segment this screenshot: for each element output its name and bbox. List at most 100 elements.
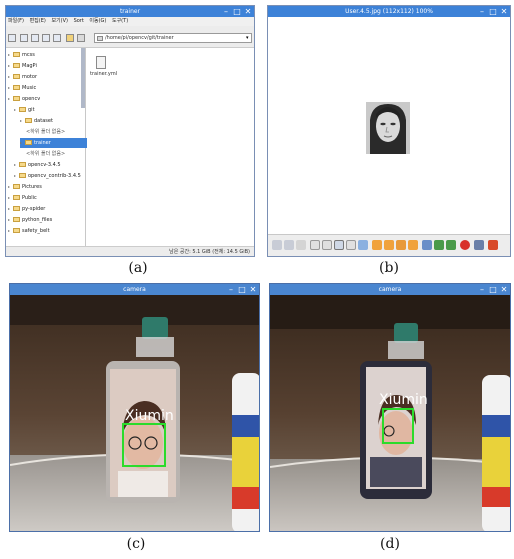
path-dropdown-icon[interactable]: ▾ <box>246 35 252 41</box>
play-icon[interactable] <box>296 240 306 250</box>
folder-icon <box>19 173 26 178</box>
tree-item[interactable]: <하위 폴더 없음> <box>26 127 65 137</box>
tree-item[interactable]: ▸ dataset <box>20 116 53 126</box>
image-viewer-titlebar[interactable]: User.4.5.jpg (112x112) 100% – □ ✕ <box>268 6 510 17</box>
tree-item[interactable]: ▸ motor <box>8 72 37 82</box>
flip-vertical-icon[interactable] <box>408 240 418 250</box>
minimize-icon[interactable]: – <box>227 284 235 295</box>
tree-item[interactable]: ▸ MagPi <box>8 61 37 71</box>
folder-icon <box>13 52 20 57</box>
back-icon[interactable] <box>66 34 74 42</box>
image-canvas <box>268 17 510 234</box>
close-icon[interactable]: ✕ <box>249 284 257 295</box>
folder-icon <box>13 74 20 79</box>
exit-icon[interactable] <box>488 240 498 250</box>
tree-item[interactable]: ▸ mcss <box>8 50 35 60</box>
folder-icon <box>13 63 20 68</box>
close-icon[interactable]: ✕ <box>244 6 252 17</box>
maximize-icon[interactable]: □ <box>233 6 241 17</box>
file-name[interactable]: trainer.yml <box>90 71 117 77</box>
file-icon[interactable] <box>96 56 106 69</box>
tree-item-label: python_files <box>22 217 53 223</box>
tree-scrollbar[interactable] <box>81 48 85 108</box>
tree-item-label: git <box>28 107 35 113</box>
status-bar: 남은 공간: 5.1 GiB (전체: 14.5 GiB) <box>6 246 254 256</box>
tree-item[interactable]: ▸ python_files <box>8 215 52 225</box>
tree-item[interactable]: ▸ safety_belt <box>8 226 50 236</box>
tree-item-label: mcss <box>22 52 35 58</box>
zoom-out-icon[interactable] <box>310 240 320 250</box>
zoom-in-icon[interactable] <box>322 240 332 250</box>
menu-sort[interactable]: Sort <box>74 18 84 24</box>
folder-icon <box>19 107 26 112</box>
detail-view-icon[interactable] <box>53 34 61 42</box>
thumbnail-view-icon[interactable] <box>31 34 39 42</box>
folder-icon <box>13 206 20 211</box>
minimize-icon[interactable]: – <box>478 6 486 17</box>
caption-b: (b) <box>379 260 399 276</box>
forward-icon[interactable] <box>77 34 85 42</box>
folder-icon <box>13 184 20 189</box>
menu-tools[interactable]: 도구(T) <box>112 18 128 24</box>
tree-item-label: safety_belt <box>22 228 50 234</box>
maximize-icon[interactable]: □ <box>238 284 246 295</box>
window-title: camera <box>123 286 146 293</box>
original-size-icon[interactable] <box>334 240 344 250</box>
tree-item[interactable]: ▸ Music <box>8 83 36 93</box>
camera-feed: Xiumin <box>10 295 259 531</box>
tree-item[interactable]: ▸ Public <box>8 193 37 203</box>
minimize-icon[interactable]: – <box>222 6 230 17</box>
face-image-graphic <box>366 102 410 154</box>
save-file-icon[interactable] <box>434 240 444 250</box>
folder-icon <box>25 118 32 123</box>
tree-item-label: Pictures <box>22 184 42 190</box>
rotate-right-icon[interactable] <box>384 240 394 250</box>
tree-item[interactable]: ▸ trainer <box>20 138 96 148</box>
new-tab-icon[interactable] <box>8 34 16 42</box>
tree-item-label: <하위 폴더 없음> <box>26 151 66 157</box>
camera-titlebar[interactable]: camera – □ ✕ <box>270 284 510 295</box>
tree-item-label: trainer <box>34 140 51 146</box>
tree-item-label: opencv_contrib-3.4.5 <box>28 173 81 179</box>
camera-window-d: camera – □ ✕ Xiumin <box>269 283 511 532</box>
tree-item[interactable]: ▸ opencv <box>8 94 40 104</box>
maximize-icon[interactable]: □ <box>489 6 497 17</box>
tree-item[interactable]: ▸ opencv-3.4.5 <box>14 160 61 170</box>
window-controls: – □ ✕ <box>478 284 508 295</box>
camera-window-c: camera – □ ✕ Xiumin <box>9 283 260 532</box>
next-icon[interactable] <box>284 240 294 250</box>
tree-item[interactable]: <하위 폴더 없음> <box>26 149 65 159</box>
file-manager-titlebar[interactable]: trainer – □ ✕ <box>6 6 254 17</box>
prev-icon[interactable] <box>272 240 282 250</box>
menu-edit[interactable]: 편집(E) <box>30 18 46 24</box>
path-text: /home/pi/opencv/git/trainer <box>105 35 174 41</box>
tree-item[interactable]: ▸ Pictures <box>8 182 42 192</box>
rotate-left-icon[interactable] <box>372 240 382 250</box>
preferences-icon[interactable] <box>474 240 484 250</box>
path-field[interactable]: /home/pi/opencv/git/trainer <box>94 33 252 43</box>
menu-view[interactable]: 보기(V) <box>51 18 68 24</box>
recognized-name-label: Xiumin <box>379 392 428 408</box>
tree-item[interactable]: ▸ py-spider <box>8 204 45 214</box>
close-icon[interactable]: ✕ <box>500 6 508 17</box>
delete-icon[interactable] <box>460 240 470 250</box>
tree-item[interactable]: ▸ opencv_contrib-3.4.5 <box>14 171 81 181</box>
save-as-icon[interactable] <box>446 240 456 250</box>
menu-file[interactable]: 파일(F) <box>8 18 24 24</box>
caption-d: (d) <box>380 536 400 552</box>
folder-icon <box>13 96 20 101</box>
flip-horizontal-icon[interactable] <box>396 240 406 250</box>
fit-window-icon[interactable] <box>346 240 356 250</box>
menu-go[interactable]: 이동(G) <box>89 18 106 24</box>
icon-view-icon[interactable] <box>20 34 28 42</box>
minimize-icon[interactable]: – <box>478 284 486 295</box>
maximize-icon[interactable]: □ <box>489 284 497 295</box>
close-icon[interactable]: ✕ <box>500 284 508 295</box>
open-file-icon[interactable] <box>422 240 432 250</box>
fullscreen-icon[interactable] <box>358 240 368 250</box>
camera-titlebar[interactable]: camera – □ ✕ <box>10 284 259 295</box>
compact-view-icon[interactable] <box>42 34 50 42</box>
camera-feed: Xiumin <box>270 295 510 531</box>
tree-item[interactable]: ▸ git <box>14 105 35 115</box>
caption-c: (c) <box>126 536 146 552</box>
